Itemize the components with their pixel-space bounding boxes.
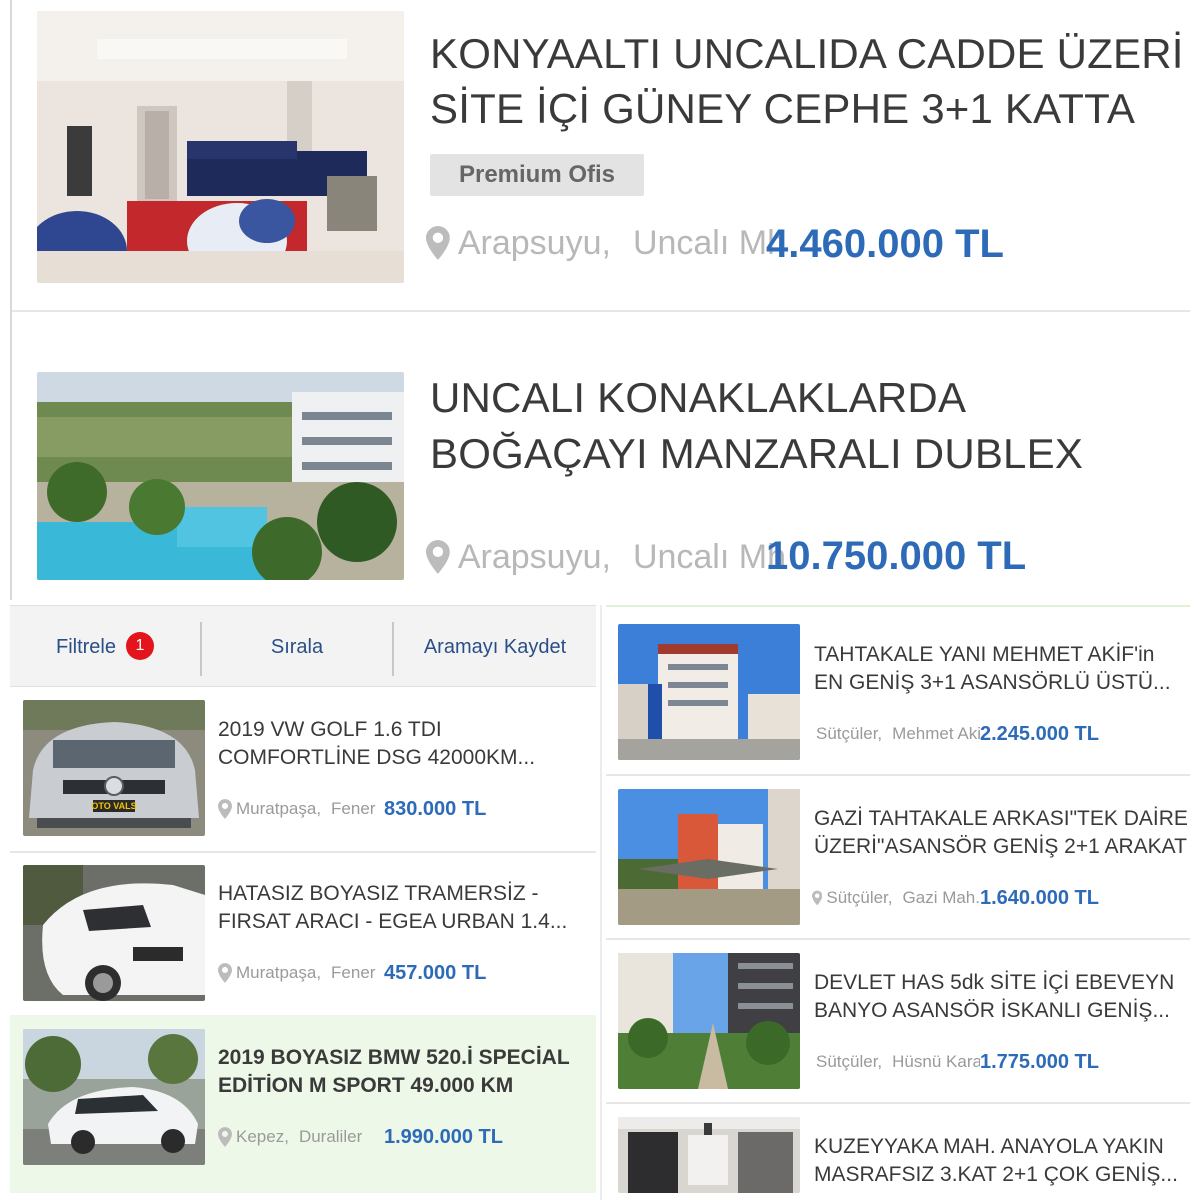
home-price-1: 2.245.000 TL	[980, 723, 1099, 745]
location-pin-icon	[426, 536, 450, 578]
car-photo-bmw[interactable]	[23, 1029, 205, 1165]
car-price-1: 830.000 TL	[384, 798, 487, 820]
car-title-1-line2[interactable]: COMFORTLİNE DSG 42000KM...	[218, 744, 535, 772]
location-district: Sütçüler,	[826, 888, 893, 907]
car-photo-egea[interactable]	[23, 865, 205, 1001]
home-location-2: Sütçüler, Gazi Mah.	[812, 888, 980, 908]
listing-title-2-line2[interactable]: BOĞAÇAYI MANZARALI DUBLEX	[430, 426, 1083, 482]
home-title-4-line2[interactable]: MASRAFSIZ 3.KAT 2+1 ÇOK GENİŞ...	[814, 1161, 1178, 1189]
location-district: Sütçüler,	[816, 724, 883, 743]
home-photo-building-3[interactable]	[618, 953, 800, 1089]
listing-title-1-line1[interactable]: KONYAALTI UNCALIDA CADDE ÜZERİ	[430, 26, 1184, 82]
home-price-2: 1.640.000 TL	[980, 887, 1099, 909]
filter-button[interactable]: Filtrele 1	[10, 606, 200, 688]
home-title-3-line2[interactable]: BANYO ASANSÖR İSKANLI GENİŞ...	[814, 997, 1170, 1025]
location-pin-icon	[218, 963, 232, 983]
listing-price-1: 4.460.000 TL	[766, 222, 1004, 266]
location-neighborhood: Gazi Mah.	[902, 888, 980, 907]
listing-title-2-line1[interactable]: UNCALI KONAKLAKLARDA	[430, 370, 966, 426]
save-search-button[interactable]: Aramayı Kaydet	[394, 606, 596, 688]
filter-count-badge: 1	[126, 631, 154, 660]
home-title-3-line1[interactable]: DEVLET HAS 5dk SİTE İÇİ EBEVEYN	[814, 969, 1174, 997]
home-title-1-line2[interactable]: EN GENİŞ 3+1 ASANSÖRLÜ ÜSTÜ...	[814, 669, 1171, 697]
location-district: Muratpaşa,	[236, 799, 322, 818]
location-pin-icon	[218, 799, 232, 819]
location-district: Muratpaşa,	[236, 963, 322, 982]
location-neighborhood: Duraliler	[298, 1127, 363, 1146]
car-title-2-line1[interactable]: HATASIZ BOYASIZ TRAMERSİZ -	[218, 880, 538, 908]
location-pin-icon	[426, 222, 450, 264]
location-neighborhood: Uncalı Mh	[632, 223, 786, 262]
car-location-1: Muratpaşa, Fener	[218, 799, 383, 819]
car-price-3: 1.990.000 TL	[384, 1126, 503, 1148]
car-title-1-line1[interactable]: 2019 VW GOLF 1.6 TDI	[218, 716, 442, 744]
car-title-3-line1[interactable]: 2019 BOYASIZ BMW 520.İ SPECİAL	[218, 1044, 570, 1072]
filter-label: Filtrele	[55, 636, 116, 658]
car-plate-label: OTO VALS	[91, 801, 137, 811]
listing-location-1: Arapsuyu, Uncalı Mh	[426, 222, 786, 264]
premium-badge: Premium Ofis	[430, 154, 644, 196]
home-title-2-line1[interactable]: GAZİ TAHTAKALE ARKASI"TEK DAİRE	[814, 805, 1188, 833]
car-photo-golf[interactable]: OTO VALS	[23, 700, 205, 836]
location-district: Kepez,	[236, 1127, 289, 1146]
car-location-3: Kepez, Duraliler	[218, 1127, 383, 1147]
location-district: Sütçüler,	[816, 1052, 883, 1071]
home-photo-interior-4[interactable]	[618, 1117, 800, 1193]
listing-photo-pool-view[interactable]	[37, 372, 404, 580]
car-title-2-line2[interactable]: FIRSAT ARACI - EGEA URBAN 1.4...	[218, 908, 567, 936]
column-divider	[600, 605, 602, 1200]
listing-location-2: Arapsuyu, Uncalı Mh	[426, 536, 786, 578]
home-title-4-line1[interactable]: KUZEYYAKA MAH. ANAYOLA YAKIN	[814, 1133, 1164, 1161]
home-location-3: Sütçüler, Hüsnü Karakaş	[812, 1052, 980, 1072]
listing-photo-living-room[interactable]	[37, 11, 404, 283]
car-price-2: 457.000 TL	[384, 962, 487, 984]
location-neighborhood: Hüsnü Karakaş	[892, 1052, 980, 1071]
home-location-1: Sütçüler, Mehmet Akif	[812, 724, 980, 744]
listing-title-1-line2[interactable]: SİTE İÇİ GÜNEY CEPHE 3+1 KATTA	[430, 81, 1135, 137]
home-title-1-line1[interactable]: TAHTAKALE YANI MEHMET AKİF'in	[814, 641, 1154, 669]
location-pin-icon	[218, 1127, 232, 1147]
listing-price-2: 10.750.000 TL	[766, 534, 1027, 578]
location-neighborhood: Fener	[331, 963, 376, 982]
location-neighborhood: Uncalı Mh	[632, 537, 786, 576]
filter-toolbar: Filtrele 1 Sırala Aramayı Kaydet	[10, 605, 596, 687]
car-location-2: Muratpaşa, Fener	[218, 963, 383, 983]
location-pin-icon	[812, 888, 822, 908]
home-title-2-line2[interactable]: ÜZERİ"ASANSÖR GENİŞ 2+1 ARAKAT	[814, 833, 1187, 861]
location-neighborhood: Fener	[331, 799, 376, 818]
home-photo-building-2[interactable]	[618, 789, 800, 925]
top-green-border	[606, 605, 1190, 607]
home-price-3: 1.775.000 TL	[980, 1051, 1099, 1073]
location-district: Arapsuyu,	[457, 223, 611, 262]
sort-button[interactable]: Sırala	[202, 606, 392, 688]
location-neighborhood: Mehmet Akif	[892, 724, 980, 743]
car-title-3-line2[interactable]: EDİTİON M SPORT 49.000 KM	[218, 1072, 513, 1100]
home-photo-building-1[interactable]	[618, 624, 800, 760]
location-district: Arapsuyu,	[457, 537, 611, 576]
